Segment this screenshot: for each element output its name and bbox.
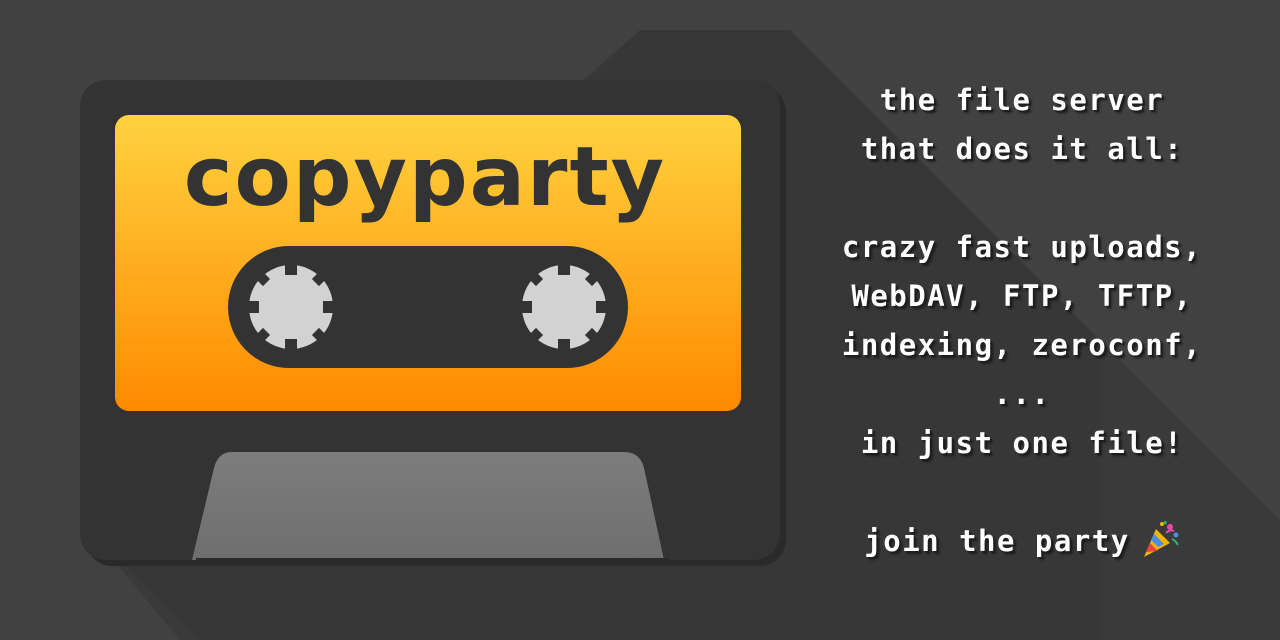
cassette-bottom-plate <box>192 452 664 560</box>
tagline-line-3: crazy fast uploads, <box>841 230 1203 264</box>
right-reel-icon <box>522 265 606 349</box>
left-reel-icon <box>249 265 333 349</box>
tagline-line-7: in just one file! <box>860 426 1184 460</box>
party-popper-icon <box>1143 520 1179 557</box>
tagline-line-2: that does it all: <box>860 132 1184 166</box>
tagline-line-6: ... <box>993 377 1051 411</box>
call-to-action: join the party <box>822 517 1222 566</box>
banner: copyparty the file server that does it a… <box>0 0 1280 640</box>
tagline: the file server that does it all: crazy … <box>822 76 1222 566</box>
tagline-line-1: the file server <box>879 83 1165 117</box>
tagline-line-5: indexing, zeroconf, <box>841 328 1203 362</box>
cta-text: join the party <box>864 524 1130 558</box>
brand-title: copyparty <box>184 130 666 225</box>
tagline-line-4: WebDAV, FTP, TFTP, <box>851 279 1193 313</box>
